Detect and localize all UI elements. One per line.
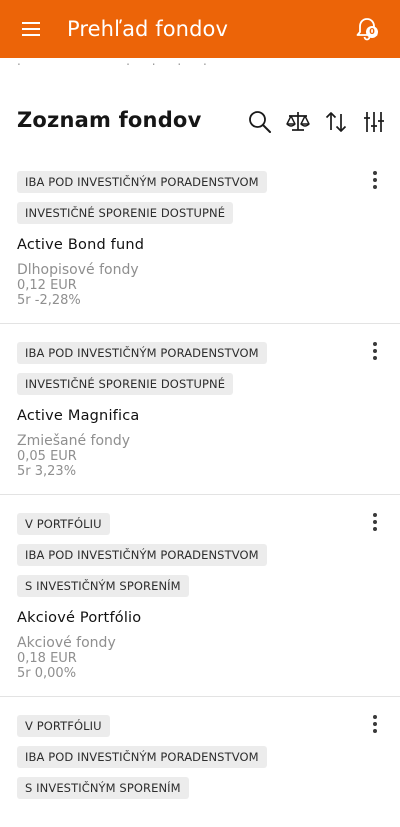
notification-count-badge: 0 — [366, 26, 378, 38]
tag-advisory-only: IBA POD INVESTIČNÝM PORADENSTVOM — [17, 170, 267, 193]
filter-button[interactable] — [361, 109, 387, 135]
fund-name: Active Magnifica — [17, 408, 140, 424]
sort-button[interactable] — [323, 109, 349, 135]
fund-performance: 5r 3,23% — [17, 464, 77, 479]
search-button[interactable] — [247, 109, 273, 135]
tag-with-savings: S INVESTIČNÝM SPORENÍM — [17, 776, 189, 799]
fund-list: IBA POD INVESTIČNÝM PORADENSTVOM INVESTI… — [0, 153, 400, 827]
notifications-button[interactable]: 0 — [354, 16, 380, 42]
more-vertical-icon — [373, 342, 377, 360]
tag-advisory-only: IBA POD INVESTIČNÝM PORADENSTVOM — [17, 543, 267, 566]
more-options-button[interactable] — [370, 169, 380, 191]
app-bar: Prehľad fondov 0 — [0, 0, 400, 58]
more-vertical-icon — [373, 513, 377, 531]
page-title: Prehľad fondov — [67, 17, 229, 41]
fund-price: 0,05 EUR — [17, 449, 77, 464]
fund-performance: 5r 0,00% — [17, 666, 77, 681]
fund-category: Zmiešané fondy — [17, 433, 131, 449]
tag-with-savings: S INVESTIČNÝM SPORENÍM — [17, 574, 189, 597]
more-vertical-icon — [373, 715, 377, 733]
tag-advisory-only: IBA POD INVESTIČNÝM PORADENSTVOM — [17, 341, 267, 364]
fund-name: Akciové Portfólio — [17, 610, 142, 626]
fund-card-active-magnifica[interactable]: IBA POD INVESTIČNÝM PORADENSTVOM INVESTI… — [0, 324, 400, 495]
tag-in-portfolio: V PORTFÓLIU — [17, 512, 110, 535]
more-vertical-icon — [373, 171, 377, 189]
fund-card-active-bond[interactable]: IBA POD INVESTIČNÝM PORADENSTVOM INVESTI… — [0, 153, 400, 324]
list-header: Zoznam fondov — [0, 98, 400, 144]
fund-price: 0,12 EUR — [17, 278, 77, 293]
menu-button[interactable] — [19, 17, 43, 41]
scales-icon — [286, 112, 310, 131]
hamburger-icon — [22, 22, 40, 36]
section-title: Zoznam fondov — [17, 108, 202, 132]
more-options-button[interactable] — [370, 713, 380, 735]
compare-button[interactable] — [285, 109, 311, 135]
tag-savings-available: INVESTIČNÉ SPORENIE DOSTUPNÉ — [17, 372, 234, 395]
tag-savings-available: INVESTIČNÉ SPORENIE DOSTUPNÉ — [17, 201, 234, 224]
clipped-text: . ˇ ˇ ˇ . . . . — [17, 58, 216, 68]
fund-price: 0,18 EUR — [17, 651, 77, 666]
clipped-content: . ˇ ˇ ˇ . . . . — [0, 58, 400, 72]
more-options-button[interactable] — [370, 511, 380, 533]
fund-name: Active Bond fund — [17, 237, 145, 253]
fund-performance: 5r -2,28% — [17, 293, 81, 308]
fund-card-akciove-portfolio[interactable]: V PORTFÓLIU IBA POD INVESTIČNÝM PORADENS… — [0, 495, 400, 697]
fund-category: Akciové fondy — [17, 635, 116, 651]
sort-icon — [325, 112, 347, 132]
fund-card-partial[interactable]: V PORTFÓLIU IBA POD INVESTIČNÝM PORADENS… — [0, 697, 400, 827]
fund-category: Dlhopisové fondy — [17, 262, 139, 278]
tag-advisory-only: IBA POD INVESTIČNÝM PORADENSTVOM — [17, 745, 267, 768]
more-options-button[interactable] — [370, 340, 380, 362]
search-icon — [249, 111, 271, 133]
tag-in-portfolio: V PORTFÓLIU — [17, 714, 110, 737]
filter-sliders-icon — [364, 112, 384, 132]
